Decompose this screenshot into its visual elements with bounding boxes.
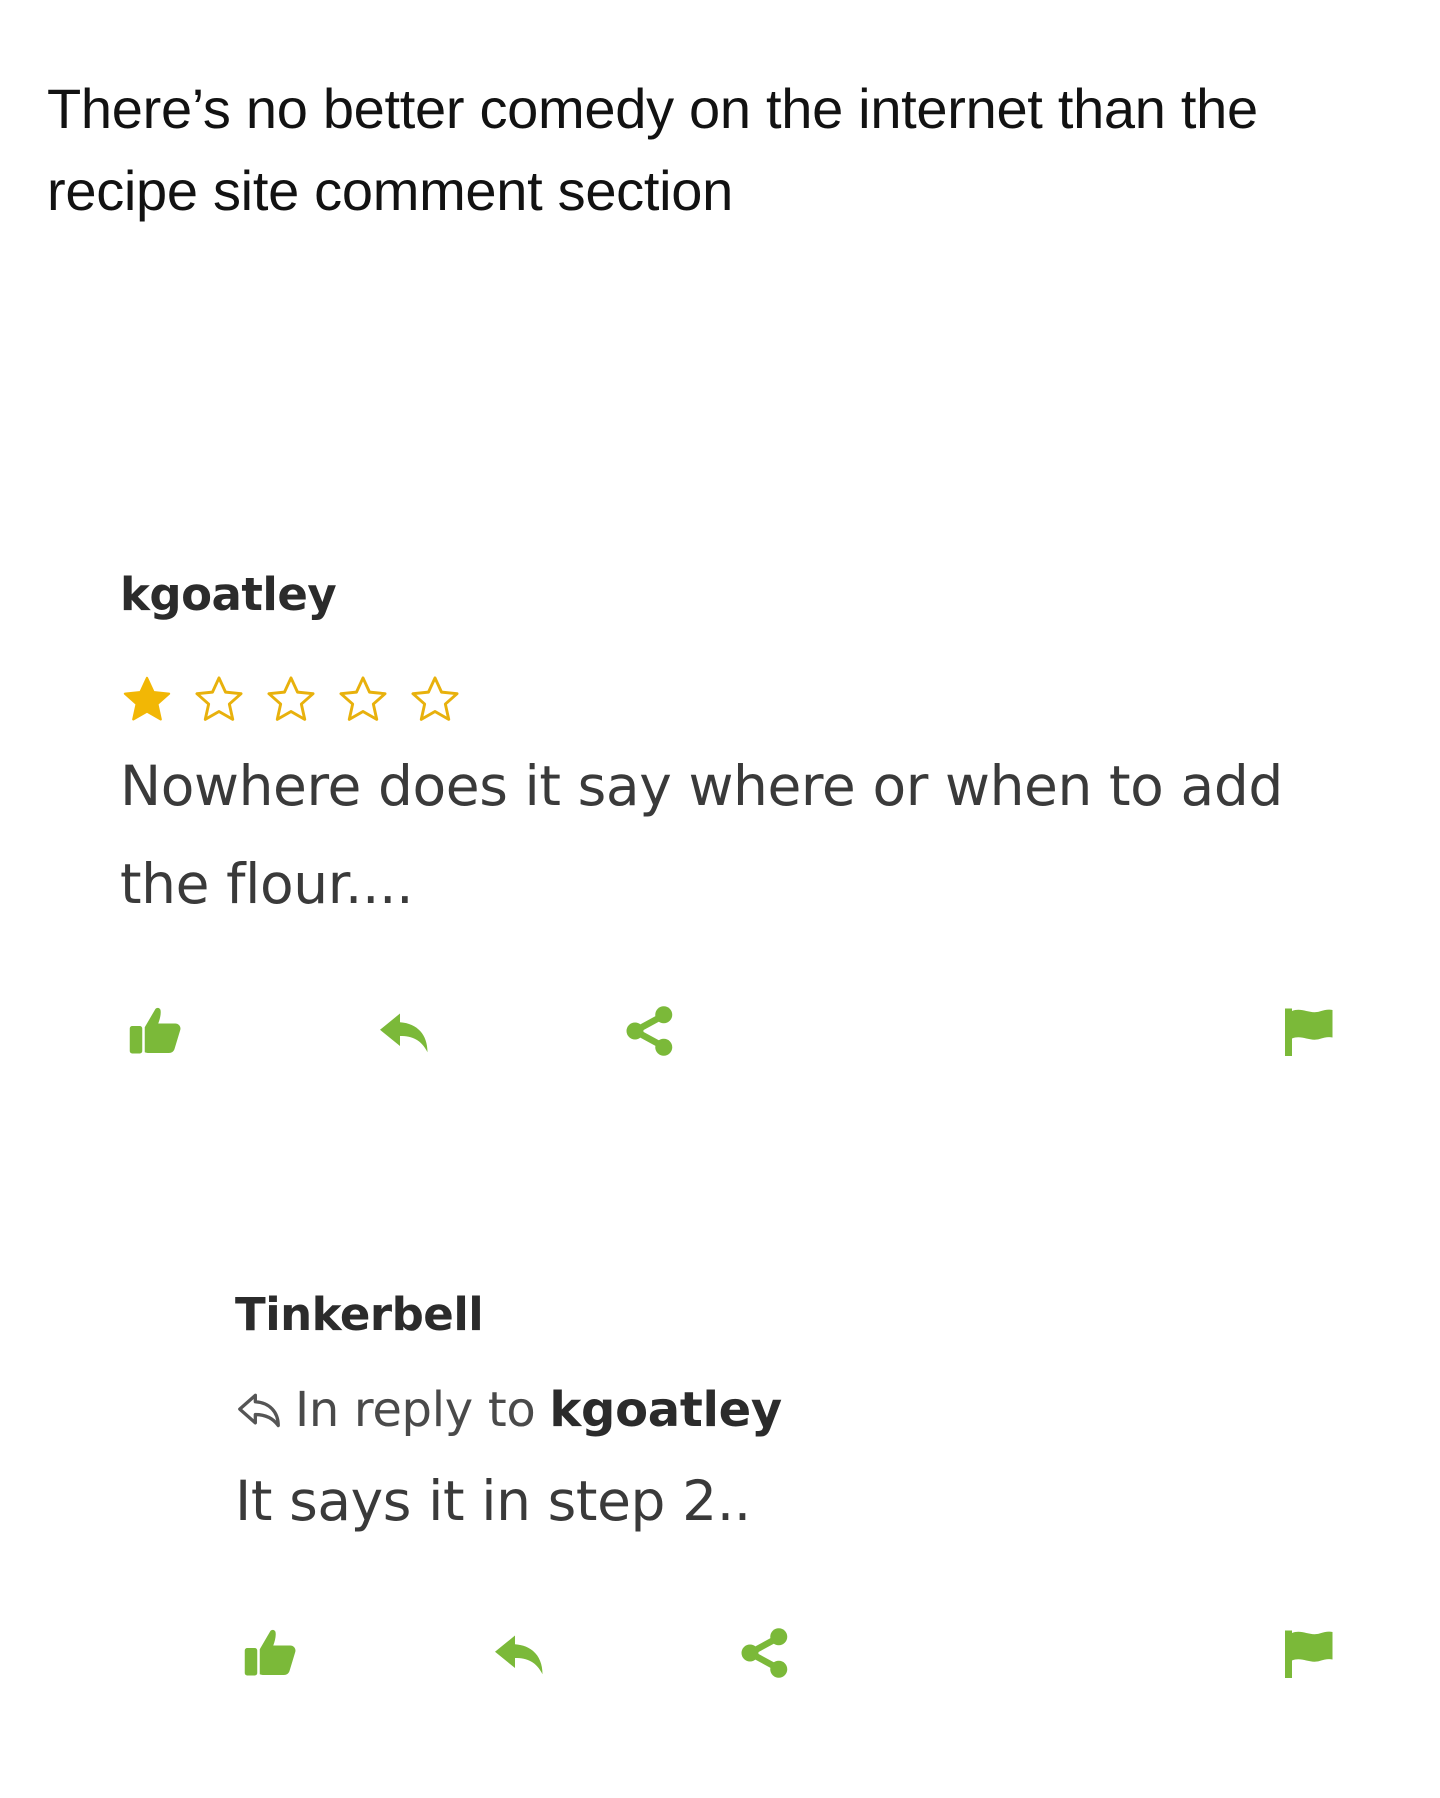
post-caption: There’s no better comedy on the internet… [47,77,1258,222]
flag-icon[interactable] [1280,1623,1340,1683]
reply-target-user[interactable]: kgoatley [549,1377,782,1443]
star-filled-icon [123,676,171,721]
reply-prefix: In reply to [295,1382,536,1438]
star-outline-icon [195,676,243,721]
flag-icon[interactable] [1280,1001,1340,1061]
reply-comment: Tinkerbell In reply to kgoatley It says … [235,1285,1340,1693]
comment-body: Nowhere does it say where or when to add… [120,754,1283,916]
comment-actions [120,1001,1340,1071]
reply-indicator: In reply to kgoatley [235,1377,1340,1443]
share-icon[interactable] [735,1623,795,1683]
star-outline-icon [411,676,459,721]
share-icon[interactable] [620,1001,680,1061]
comment-author[interactable]: kgoatley [120,565,1340,625]
thumbs-up-icon[interactable] [126,1001,186,1061]
star-outline-icon [339,676,387,721]
star-rating [120,673,1340,727]
reply-outline-icon [238,1393,280,1428]
reply-arrow-icon[interactable] [375,1001,435,1061]
reply-arrow-icon[interactable] [490,1623,550,1683]
star-outline-icon [267,676,315,721]
comment-actions [235,1623,1340,1693]
comment: kgoatley Nowhere does it say where or wh… [120,565,1340,1071]
comment-author[interactable]: Tinkerbell [235,1285,1340,1345]
thumbs-up-icon[interactable] [241,1623,301,1683]
comment-body: It says it in step 2.. [235,1469,751,1533]
